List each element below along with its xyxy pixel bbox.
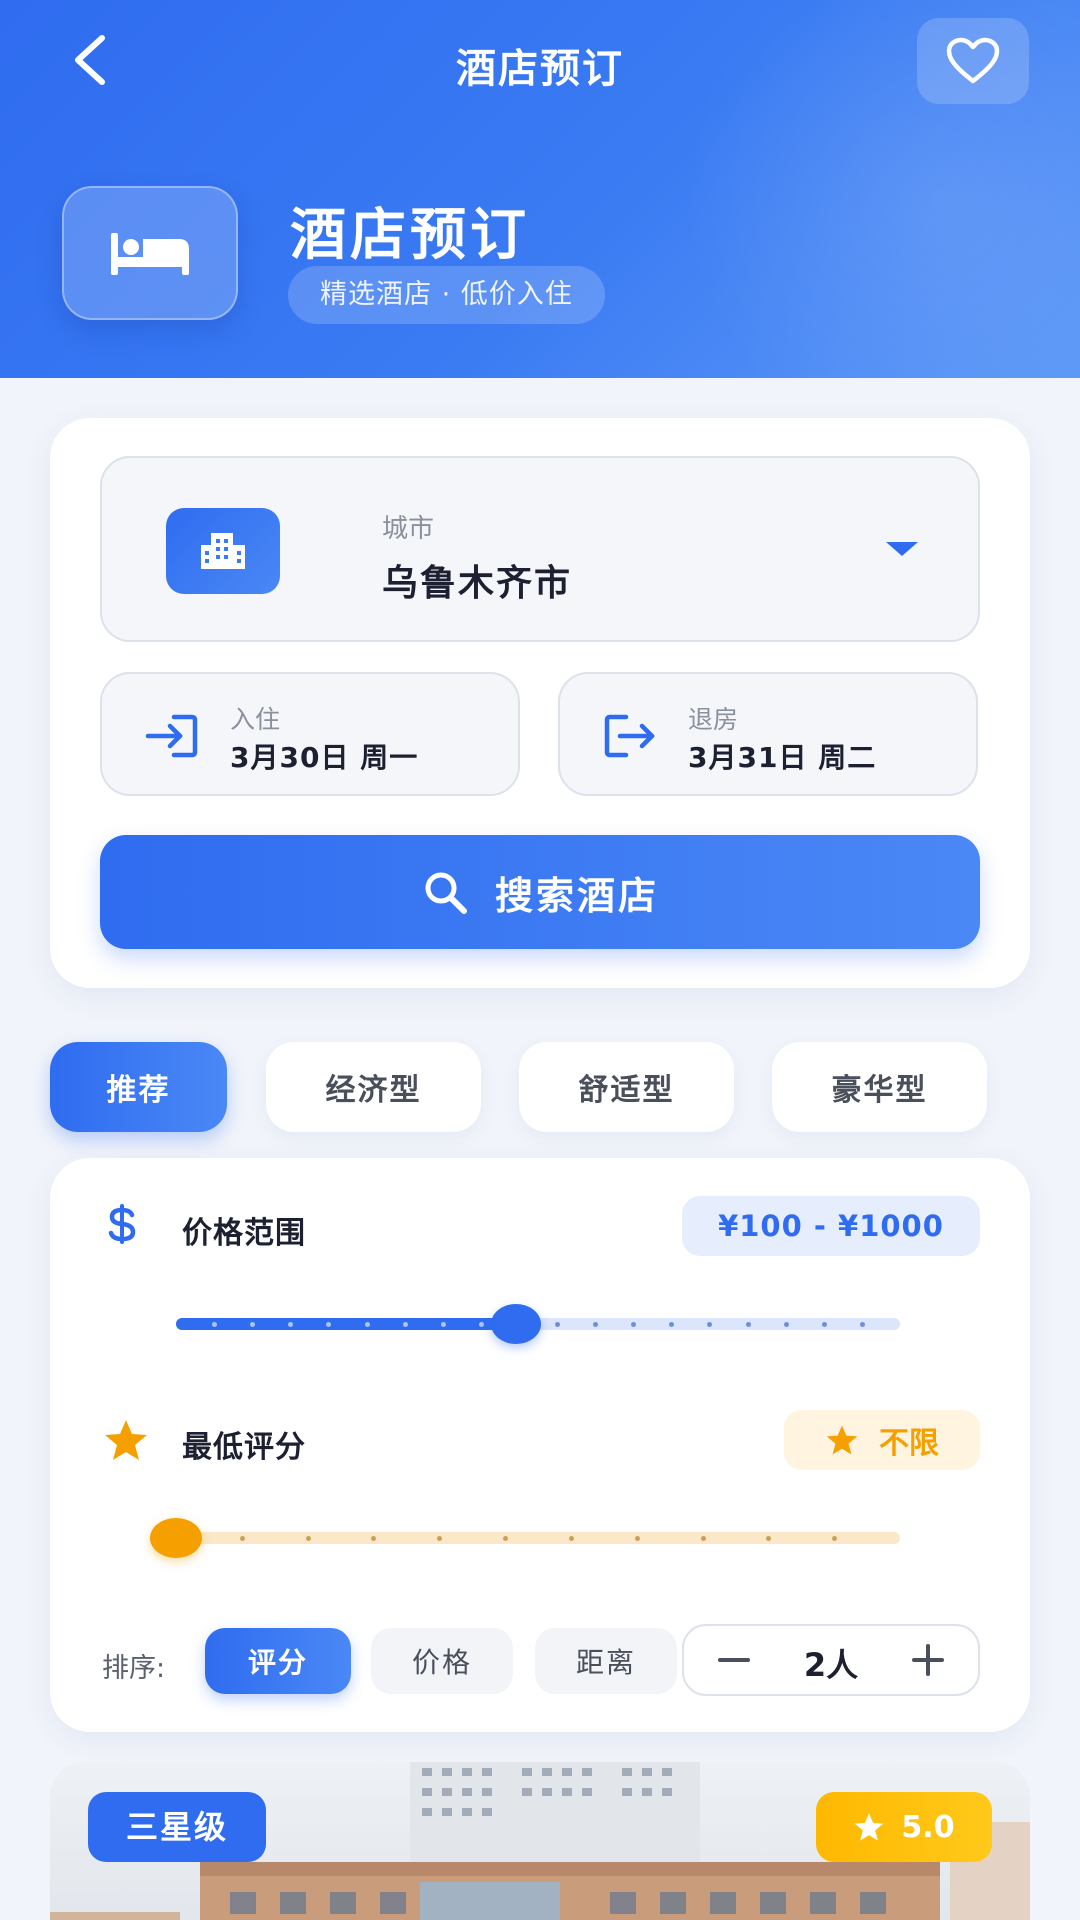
hotel-score: 5.0 [901,1809,955,1845]
slider-tick [784,1321,789,1327]
slider-tick [441,1321,446,1327]
checkout-label: 退房 [688,705,739,734]
hero-icon-box [62,186,238,320]
slider-tick [746,1321,751,1327]
star-icon [102,1416,150,1464]
slider-tick [593,1321,598,1327]
search-icon [425,872,467,914]
tab-recommended[interactable]: 推荐 [50,1042,227,1132]
login-arrow-icon [145,714,198,758]
guest-stepper: 2人 [682,1624,980,1696]
sort-by-distance-button[interactable]: 距离 [535,1628,677,1694]
slider-tick [403,1321,408,1327]
hero-title: 酒店预订 [290,203,530,268]
slider-tick [240,1535,245,1541]
checkout-date-selector[interactable]: 退房 3月31日 周二 [558,672,978,796]
price-slider[interactable] [176,1304,900,1344]
min-rating-value: 不限 [879,1426,939,1461]
sort-label: 排序: [102,1653,166,1684]
checkout-value: 3月31日 周二 [688,741,877,774]
slider-tick [569,1535,574,1541]
checkin-value: 3月30日 周一 [230,741,419,774]
slider-tick [250,1321,255,1327]
rating-slider-thumb[interactable] [150,1518,202,1558]
tab-luxury[interactable]: 豪华型 [772,1042,987,1132]
building-icon [201,533,245,569]
slider-tick [832,1535,837,1541]
price-range-badge: ¥100 - ¥1000 [682,1196,980,1256]
slider-tick [326,1321,331,1327]
slider-tick [212,1321,217,1327]
tab-economy[interactable]: 经济型 [266,1042,481,1132]
city-icon-box [166,508,280,594]
city-selector[interactable]: 城市 乌鲁木齐市 [100,456,980,642]
slider-tick [288,1321,293,1327]
nav-title: 酒店预订 [456,46,624,92]
filter-card: 价格范围 ¥100 - ¥1000 最低评分 不限 排序: 评分 价格 距离 2… [50,1158,1030,1732]
slider-tick [669,1321,674,1327]
tab-comfort[interactable]: 舒适型 [519,1042,734,1132]
min-rating-badge: 不限 [784,1410,980,1470]
price-range-label: 价格范围 [182,1216,306,1251]
search-button-label: 搜索酒店 [494,873,659,918]
slider-tick [635,1535,640,1541]
search-card: 城市 乌鲁木齐市 入住 3月30日 周一 退房 3月31日 周二 搜索酒店 [50,418,1030,988]
increase-guests-button[interactable] [898,1634,958,1686]
city-label: 城市 [382,514,435,544]
bed-icon [111,233,189,275]
hotel-score-badge: 5.0 [816,1792,992,1862]
dollar-icon [102,1202,142,1246]
slider-tick [555,1321,560,1327]
favorite-button[interactable] [917,18,1029,104]
sort-by-rating-button[interactable]: 评分 [205,1628,351,1694]
slider-tick [503,1535,508,1541]
price-slider-fill [176,1318,516,1330]
hero-subtitle: 精选酒店 · 低价入住 [288,266,605,324]
caret-down-icon [886,542,918,556]
sort-by-price-button[interactable]: 价格 [371,1628,513,1694]
star-icon [826,1425,858,1455]
hotel-star-level: 三星级 [88,1792,266,1862]
slider-tick [707,1321,712,1327]
city-value: 乌鲁木齐市 [382,563,573,604]
slider-tick [371,1535,376,1541]
slider-tick [365,1321,370,1327]
slider-tick [822,1321,827,1327]
heart-icon [946,37,1000,84]
slider-tick [306,1535,311,1541]
slider-tick [766,1535,771,1541]
logout-arrow-icon [604,714,655,758]
search-hotels-button[interactable]: 搜索酒店 [100,835,980,949]
rating-slider[interactable] [150,1518,900,1558]
checkin-label: 入住 [230,705,281,734]
header: 酒店预订 酒店预订 精选酒店 · 低价入住 [0,0,1080,378]
slider-tick [860,1321,865,1327]
hotel-card[interactable]: 三星级 5.0 [50,1762,1030,1920]
slider-tick [701,1535,706,1541]
checkin-date-selector[interactable]: 入住 3月30日 周一 [100,672,520,796]
price-slider-thumb[interactable] [491,1304,541,1344]
slider-tick [479,1321,484,1327]
slider-tick [631,1321,636,1327]
plus-icon [912,1644,944,1676]
slider-tick [437,1535,442,1541]
min-rating-label: 最低评分 [182,1430,306,1465]
star-icon [855,1813,884,1841]
